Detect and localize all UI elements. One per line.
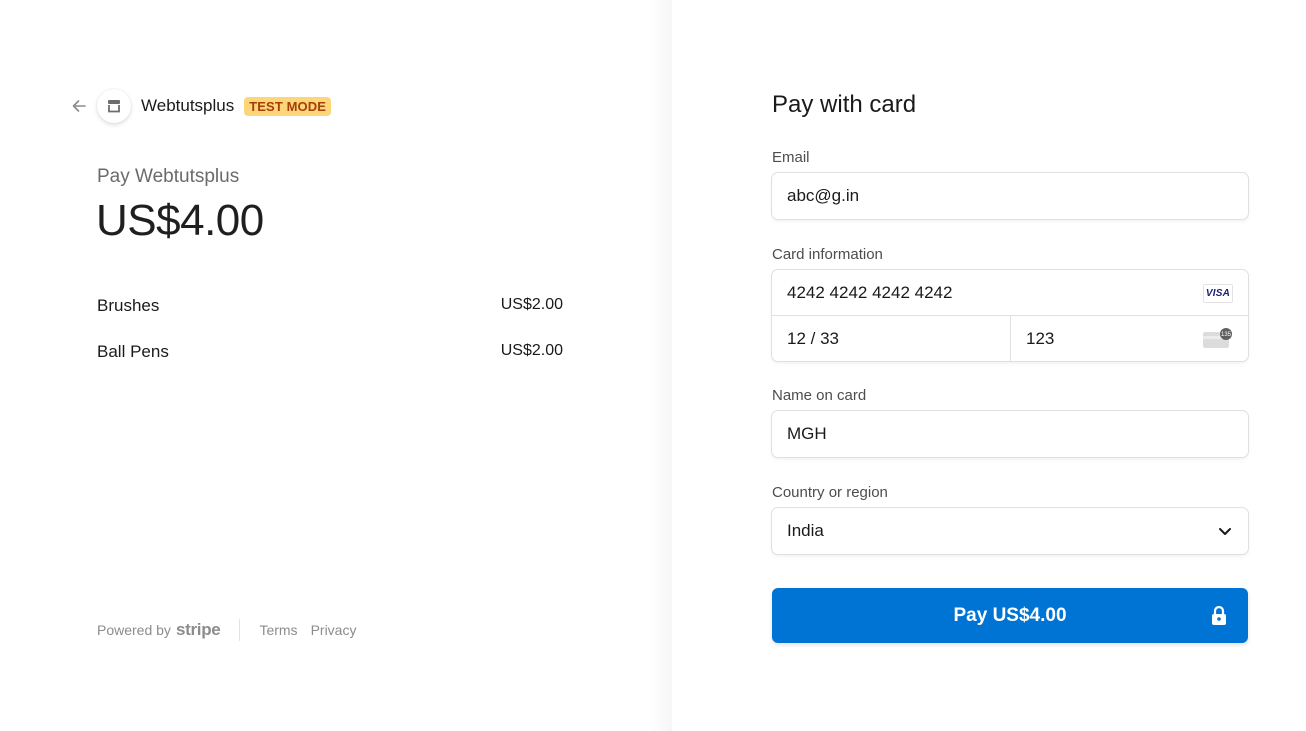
privacy-link[interactable]: Privacy [311,622,357,638]
cvc-icon-digits: 135 [1221,332,1232,338]
merchant-header: Webtutsplus TEST MODE [68,88,331,124]
payment-panel: Pay with card Email Card information VIS… [672,0,1306,731]
card-info-box: VISA 135 [772,270,1248,362]
footer-divider [239,619,241,641]
footer: Powered by stripe Terms Privacy [97,619,369,641]
panel-divider-shadow [648,0,672,731]
country-select[interactable]: India [772,508,1248,554]
pay-button-label: Pay US$4.00 [953,604,1067,626]
line-item: Ball Pens US$2.00 [97,342,563,388]
merchant-name: Webtutsplus [141,96,235,115]
arrow-left-icon [72,100,86,112]
store-icon [108,100,120,113]
line-item-name: Ball Pens [97,342,169,361]
stripe-logo[interactable]: stripe [176,620,221,640]
card-number-input[interactable] [772,270,1248,316]
powered-by-text: Powered by [97,622,171,638]
total-amount: US$4.00 [96,196,264,245]
back-button[interactable] [68,95,90,117]
card-number-row: VISA [772,270,1248,316]
form-title: Pay with card [772,91,917,118]
cvc-card-icon: 135 [1203,328,1232,348]
line-items: Brushes US$2.00 Ball Pens US$2.00 [97,296,563,388]
pay-button[interactable]: Pay US$4.00 [772,588,1248,643]
email-input[interactable] [772,173,1248,219]
line-item-price: US$2.00 [500,296,563,313]
visa-icon: VISA [1203,284,1233,303]
lock-icon [1212,605,1226,625]
card-expiry-cvc-row: 135 [772,316,1248,362]
order-summary-panel: Webtutsplus TEST MODE Pay Webtutsplus US… [0,0,672,731]
line-item-price: US$2.00 [500,342,563,359]
expiry-input[interactable] [772,316,1010,362]
cvc-cell: 135 [1010,316,1248,362]
email-label: Email [772,149,810,166]
name-field-box [772,411,1248,457]
test-mode-badge: TEST MODE [244,96,331,116]
terms-link[interactable]: Terms [259,622,297,638]
expiry-cell [772,316,1010,362]
name-on-card-label: Name on card [772,387,867,404]
name-on-card-input[interactable] [772,411,1248,457]
line-item: Brushes US$2.00 [97,296,563,342]
email-field-box [772,173,1248,219]
merchant-logo[interactable] [97,89,131,123]
card-info-label: Card information [772,246,883,263]
country-label: Country or region [772,484,888,501]
payment-form: Pay with card Email Card information VIS… [772,90,1248,643]
pay-merchant-label: Pay Webtutsplus [97,166,240,187]
line-item-name: Brushes [97,296,160,315]
country-select-value[interactable]: India [772,508,1248,554]
